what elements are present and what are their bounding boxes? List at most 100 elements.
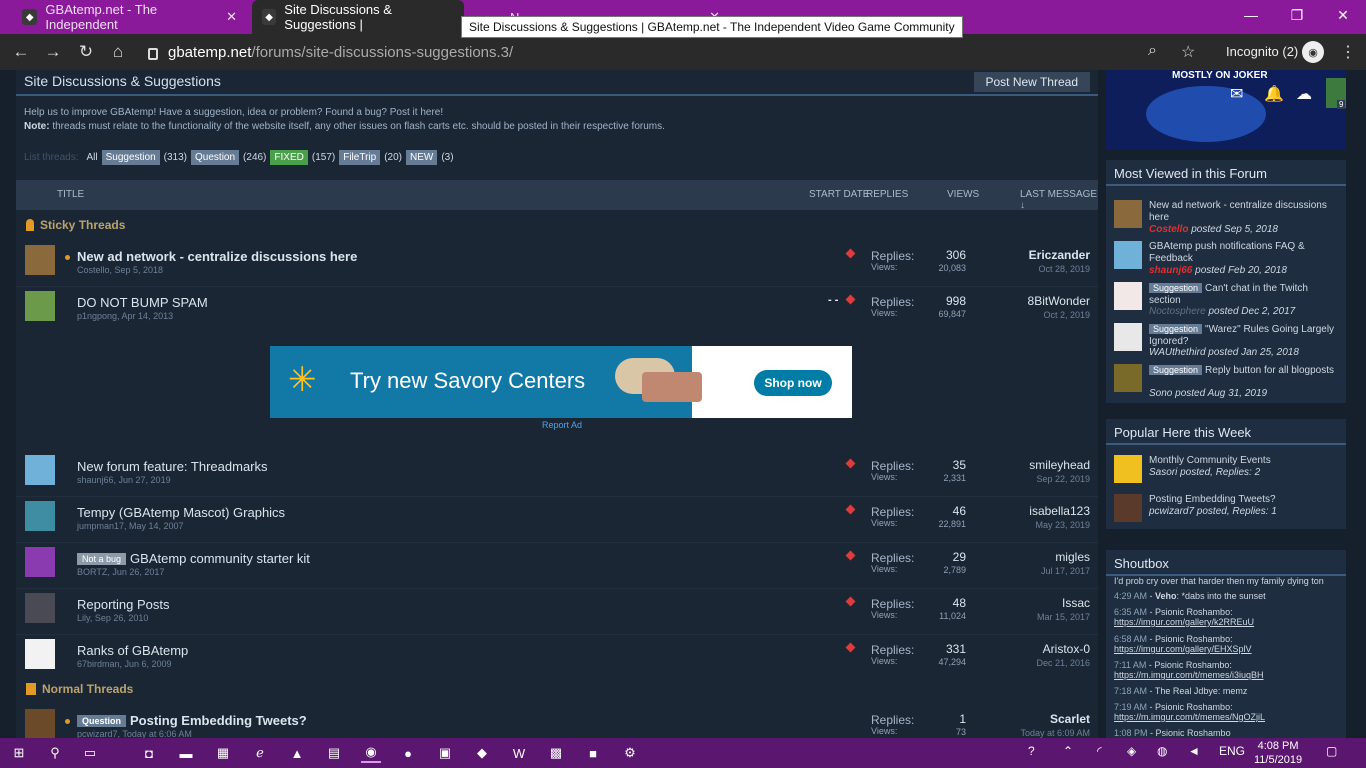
item-user[interactable]: WAUthethird [1149, 347, 1206, 358]
minecraft-launcher-icon[interactable]: ■ [583, 743, 603, 763]
thread-row[interactable]: Ranks of GBAtemp 67birdman, Jun 6, 2009 … [16, 636, 1098, 682]
restore-icon[interactable]: ❐ [1274, 0, 1320, 30]
notification-center-icon[interactable]: ▢ [1326, 744, 1337, 758]
calculator-icon[interactable]: ▦ [213, 743, 233, 763]
tab-gbatemp-home[interactable]: ◆ GBAtemp.net - The Independent ✕ [12, 0, 247, 34]
most-viewed-item[interactable]: Suggestion "Warez" Rules Going Largely Ig… [1114, 323, 1342, 363]
forward-arrow-icon[interactable]: → [40, 40, 66, 64]
avatar[interactable] [1114, 455, 1142, 483]
col-views[interactable]: VIEWS [947, 189, 979, 200]
post-new-thread-button[interactable]: Post New Thread [973, 72, 1090, 92]
last-poster[interactable]: Aristox-0 [1043, 642, 1090, 656]
last-post-date[interactable]: Today at 6:09 AM [1020, 728, 1090, 738]
filter-new[interactable]: NEW [405, 150, 438, 165]
avatar[interactable] [1114, 241, 1142, 269]
thread-title[interactable]: DO NOT BUMP SPAM [77, 295, 208, 310]
home-icon[interactable]: ⌂ [105, 40, 131, 64]
thread-row[interactable]: Reporting Posts Lily, Sep 26, 2010 Repli… [16, 590, 1098, 636]
thread-title[interactable]: New ad network - centralize discussions … [77, 249, 357, 264]
bookmark-star-icon[interactable]: ☆ [1181, 42, 1195, 62]
avatar[interactable] [25, 639, 55, 669]
avatar[interactable] [1114, 494, 1142, 522]
item-title[interactable]: Monthly Community Events [1149, 455, 1342, 467]
file-explorer-icon[interactable]: ▬ [176, 743, 196, 763]
shout-user[interactable]: Veho [1155, 591, 1177, 601]
most-viewed-item[interactable]: Suggestion Reply button for all blogposts… [1114, 364, 1342, 404]
last-poster[interactable]: Ericzander [1029, 248, 1090, 262]
item-title[interactable]: GBAtemp push notifications FAQ & Feedbac… [1149, 241, 1342, 265]
shout-user[interactable]: Psionic Roshambo [1154, 660, 1229, 670]
thread-title[interactable]: Ranks of GBAtemp [77, 643, 188, 658]
col-last-message[interactable]: LAST MESSAGE ↓ [1020, 189, 1098, 211]
col-title[interactable]: TITLE [57, 189, 84, 200]
thread-title[interactable]: New forum feature: Threadmarks [77, 459, 268, 474]
edge-browser-icon[interactable]: ℯ [250, 743, 270, 763]
windows-start-icon[interactable]: ⊞ [9, 743, 29, 763]
spotify-icon[interactable]: ● [398, 743, 418, 763]
thread-row[interactable]: Not a bug GBAtemp community starter kit B… [16, 544, 1098, 590]
shout-user[interactable]: Psionic Roshambo [1155, 634, 1230, 644]
close-icon[interactable]: ✕ [226, 9, 237, 25]
avatar[interactable] [25, 455, 55, 485]
shout-link[interactable]: https://imgur.com/gallery/k2RREuU [1114, 617, 1254, 627]
last-post-date[interactable]: Oct 2, 2019 [1043, 310, 1090, 320]
most-viewed-item[interactable]: GBAtemp push notifications FAQ & Feedbac… [1114, 241, 1342, 281]
thread-row[interactable]: Question Posting Embedding Tweets? pcwiza… [16, 706, 1098, 738]
report-ad-link[interactable]: Report Ad [542, 420, 582, 430]
system-clock[interactable]: 4:08 PM 11/5/2019 [1254, 739, 1302, 767]
wifi-icon[interactable]: ◜ [1097, 744, 1102, 758]
camera-app-icon[interactable]: ◘ [139, 743, 159, 763]
avatar[interactable] [25, 709, 55, 738]
dropbox-icon[interactable]: ◈ [1127, 744, 1136, 758]
avatar[interactable] [25, 291, 55, 321]
word-icon[interactable]: W [509, 743, 529, 763]
item-title-wrap[interactable]: Suggestion "Warez" Rules Going Largely Ig… [1149, 323, 1342, 348]
thread-title[interactable]: GBAtemp community starter kit [130, 551, 310, 566]
media-app-icon[interactable]: ▣ [435, 743, 455, 763]
incognito-icon[interactable]: ◉ [1302, 41, 1324, 63]
item-user[interactable]: Sono [1149, 388, 1172, 399]
cloud-upload-icon[interactable]: ☁ [1296, 84, 1312, 104]
shout-link[interactable]: https://m.imgur.com/t/memes/NgOZjiL [1114, 712, 1265, 722]
paint-app-icon[interactable]: ▲ [287, 743, 307, 763]
avatar[interactable] [1114, 282, 1142, 310]
minimize-icon[interactable]: — [1228, 0, 1274, 30]
col-start-date[interactable]: START DATE [809, 189, 869, 200]
shout-link[interactable]: https://m.imgur.com/t/memes/i3iuqBH [1114, 670, 1264, 680]
help-icon[interactable]: ? [1028, 744, 1035, 758]
filter-suggestion[interactable]: Suggestion [101, 150, 160, 165]
most-viewed-item[interactable]: Suggestion Can't chat in the Twitch secti… [1114, 282, 1342, 322]
shout-link[interactable]: https://imgur.com/gallery/EHXSplV [1114, 644, 1252, 654]
filter-all[interactable]: All [86, 152, 97, 163]
thread-title[interactable]: Posting Embedding Tweets? [130, 713, 307, 728]
back-arrow-icon[interactable]: ← [8, 40, 34, 64]
inbox-icon[interactable]: ✉ [1230, 84, 1243, 104]
volume-icon[interactable]: ◄ [1188, 744, 1200, 758]
last-poster[interactable]: isabella123 [1029, 504, 1090, 518]
last-poster[interactable]: Issac [1062, 596, 1090, 610]
avatar[interactable] [25, 501, 55, 531]
avatar[interactable] [1114, 323, 1142, 351]
notepad-icon[interactable]: ▤ [324, 743, 344, 763]
avatar[interactable] [1114, 200, 1142, 228]
last-poster[interactable]: smileyhead [1029, 458, 1090, 472]
last-poster[interactable]: migles [1055, 550, 1090, 564]
last-post-date[interactable]: Oct 28, 2019 [1038, 264, 1090, 274]
page-links[interactable]: - - [828, 294, 838, 306]
steam-icon[interactable]: ◍ [1157, 744, 1167, 758]
bell-icon[interactable]: 🔔 [1264, 84, 1284, 104]
last-post-date[interactable]: Sep 22, 2019 [1036, 474, 1090, 484]
task-view-icon[interactable]: ▭ [80, 743, 100, 763]
incognito-label[interactable]: Incognito (2) [1226, 44, 1298, 59]
advertisement-banner[interactable]: ✳ Try new Savory Centers Shop now [270, 346, 852, 418]
thread-title-wrap[interactable]: Question Posting Embedding Tweets? [77, 713, 307, 728]
shout-user[interactable]: The Real Jdbye [1155, 686, 1218, 696]
url-bar[interactable]: gbatemp.net /forums/site-discussions-sug… [142, 39, 1212, 65]
shout-user[interactable]: Psionic Roshambo [1155, 607, 1230, 617]
thread-row[interactable]: Tempy (GBAtemp Mascot) Graphics jumpman1… [16, 498, 1098, 544]
filter-filetrip[interactable]: FileTrip [339, 150, 381, 165]
avatar[interactable] [25, 245, 55, 275]
item-title[interactable]: Posting Embedding Tweets? [1149, 494, 1342, 506]
item-title[interactable]: New ad network - centralize discussions … [1149, 200, 1342, 224]
thread-title-wrap[interactable]: Not a bug GBAtemp community starter kit [77, 551, 310, 566]
